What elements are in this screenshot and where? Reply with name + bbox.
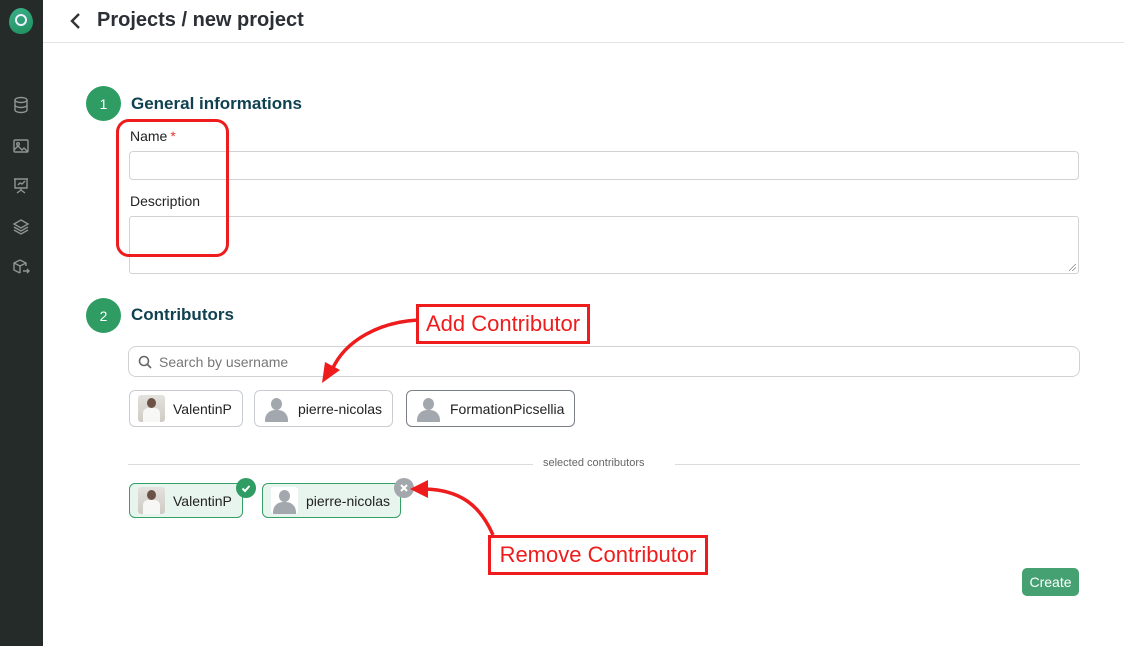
contributor-username: ValentinP: [173, 400, 232, 417]
avatar: [415, 395, 442, 422]
avatar: [138, 487, 165, 514]
divider-right: [675, 464, 1080, 465]
page-header: Projects / new project: [43, 0, 1124, 43]
annotation-remove-contributor: Remove Contributor: [488, 535, 708, 575]
remove-arrow-line: [424, 487, 495, 536]
remove-contributor-button[interactable]: [394, 478, 414, 498]
contributor-search-input[interactable]: Search by username: [128, 346, 1080, 377]
page-title: Projects / new project: [97, 9, 304, 31]
divider-left: [128, 464, 533, 465]
step-1-badge: 1: [86, 86, 121, 121]
available-contributor-formationpicsellia[interactable]: FormationPicsellia: [406, 390, 576, 427]
create-button[interactable]: Create: [1022, 568, 1079, 596]
contributor-username: ValentinP: [173, 492, 232, 509]
avatar: [263, 395, 290, 422]
close-icon: [400, 484, 408, 492]
selected-contributor-valentinp[interactable]: ValentinP: [129, 483, 243, 518]
box-arrow-icon[interactable]: [12, 258, 30, 276]
sidebar: [0, 0, 43, 646]
presentation-chart-icon[interactable]: [12, 177, 30, 195]
check-icon: [236, 478, 256, 498]
selected-contributors-label: selected contributors: [543, 457, 645, 469]
contributor-username: pierre-nicolas: [298, 400, 383, 417]
section-contributors-title: Contributors: [131, 305, 234, 324]
layers-icon[interactable]: [12, 218, 30, 236]
search-icon: [138, 355, 152, 369]
search-placeholder: Search by username: [159, 354, 289, 370]
selected-contributor-pierre-nicolas[interactable]: pierre-nicolas: [262, 483, 402, 518]
database-icon[interactable]: [12, 96, 30, 114]
annotation-highlight-fields: [116, 119, 229, 257]
description-textarea[interactable]: [129, 216, 1079, 274]
available-contributor-valentinp[interactable]: ValentinP: [129, 390, 243, 427]
step-2-badge: 2: [86, 298, 121, 333]
section-general-title: General informations: [131, 94, 302, 113]
app-logo[interactable]: [9, 8, 33, 34]
contributor-username: FormationPicsellia: [450, 400, 565, 417]
image-icon[interactable]: [12, 137, 30, 155]
back-button[interactable]: [67, 10, 83, 32]
resize-handle[interactable]: [1069, 264, 1076, 271]
avatar: [138, 395, 165, 422]
name-input[interactable]: [129, 151, 1079, 180]
avatar: [271, 487, 298, 514]
contributor-username: pierre-nicolas: [306, 492, 391, 509]
available-contributor-pierre-nicolas[interactable]: pierre-nicolas: [254, 390, 394, 427]
annotation-add-contributor: Add Contributor: [416, 304, 590, 344]
